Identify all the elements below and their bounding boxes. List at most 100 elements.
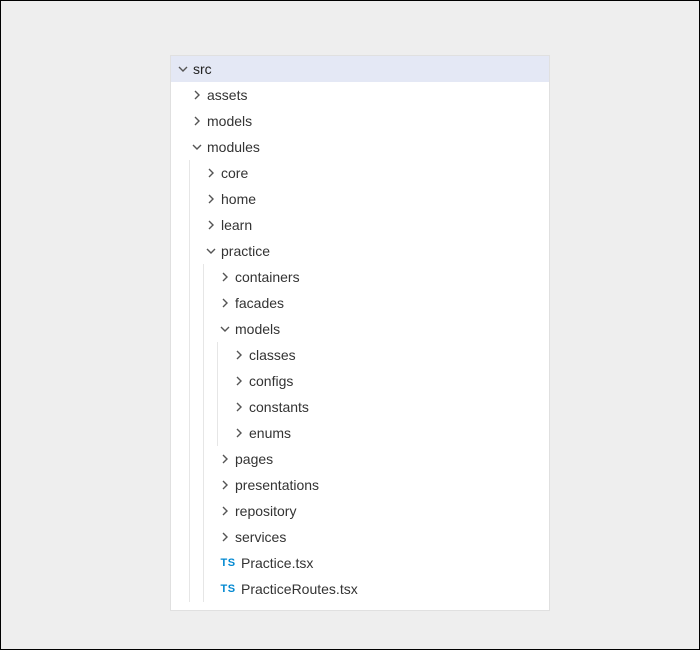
typescript-file-icon: TS — [217, 557, 239, 569]
indent-guide — [203, 420, 217, 446]
chevron-right-icon[interactable] — [217, 503, 233, 519]
indent-guide — [175, 186, 189, 212]
chevron-right-icon[interactable] — [231, 347, 247, 363]
indent-guide — [189, 472, 203, 498]
tree-item-label: presentations — [235, 477, 319, 493]
indent-guide — [175, 576, 189, 602]
indent-guide — [189, 186, 203, 212]
tree-item-label: facades — [235, 295, 284, 311]
tree-item-label: enums — [249, 425, 291, 441]
indent-guide — [175, 316, 189, 342]
file-tree: src assets models modules core home learn pract… — [171, 56, 549, 602]
indent-guide — [175, 342, 189, 368]
tree-item-practice[interactable]: practice — [171, 238, 549, 264]
tree-item-home[interactable]: home — [171, 186, 549, 212]
tree-item-label: PracticeRoutes.tsx — [241, 581, 358, 597]
indent-guide — [217, 420, 231, 446]
tree-item-practice-tsx[interactable]: TSPractice.tsx — [171, 550, 549, 576]
indent-guide — [175, 472, 189, 498]
tree-item-label: core — [221, 165, 248, 181]
indent-guide — [189, 290, 203, 316]
tree-item-classes[interactable]: classes — [171, 342, 549, 368]
tree-item-label: repository — [235, 503, 296, 519]
file-explorer: src assets models modules core home learn pract… — [170, 55, 550, 611]
tree-item-label: models — [235, 321, 280, 337]
chevron-right-icon[interactable] — [203, 191, 219, 207]
indent-guide — [175, 264, 189, 290]
indent-guide — [189, 420, 203, 446]
tree-item-label: assets — [207, 87, 247, 103]
chevron-right-icon[interactable] — [217, 477, 233, 493]
indent-guide — [217, 394, 231, 420]
tree-item-configs[interactable]: configs — [171, 368, 549, 394]
indent-guide — [175, 238, 189, 264]
chevron-right-icon[interactable] — [231, 425, 247, 441]
indent-guide — [175, 498, 189, 524]
indent-guide — [217, 368, 231, 394]
chevron-down-icon[interactable] — [203, 243, 219, 259]
indent-guide — [189, 342, 203, 368]
indent-guide — [189, 576, 203, 602]
tree-item-label: modules — [207, 139, 260, 155]
tree-item-label: services — [235, 529, 286, 545]
tree-item-models-practice[interactable]: models — [171, 316, 549, 342]
chevron-right-icon[interactable] — [189, 113, 205, 129]
tree-item-enums[interactable]: enums — [171, 420, 549, 446]
chevron-right-icon[interactable] — [217, 269, 233, 285]
chevron-right-icon[interactable] — [189, 87, 205, 103]
chevron-right-icon[interactable] — [231, 373, 247, 389]
tree-item-modules[interactable]: modules — [171, 134, 549, 160]
typescript-file-icon: TS — [217, 583, 239, 595]
tree-item-label: learn — [221, 217, 252, 233]
tree-item-presentations[interactable]: presentations — [171, 472, 549, 498]
chevron-right-icon[interactable] — [217, 295, 233, 311]
chevron-down-icon[interactable] — [217, 321, 233, 337]
chevron-right-icon[interactable] — [203, 165, 219, 181]
chevron-right-icon[interactable] — [231, 399, 247, 415]
indent-guide — [189, 498, 203, 524]
chevron-right-icon[interactable] — [203, 217, 219, 233]
tree-item-pages[interactable]: pages — [171, 446, 549, 472]
indent-guide — [175, 394, 189, 420]
tree-item-label: models — [207, 113, 252, 129]
indent-guide — [203, 472, 217, 498]
chevron-right-icon[interactable] — [217, 529, 233, 545]
tree-item-practice-routes[interactable]: TSPracticeRoutes.tsx — [171, 576, 549, 602]
indent-guide — [203, 342, 217, 368]
indent-guide — [175, 420, 189, 446]
chevron-down-icon[interactable] — [189, 139, 205, 155]
tree-item-label: constants — [249, 399, 309, 415]
indent-guide — [189, 550, 203, 576]
indent-guide — [175, 82, 189, 108]
indent-guide — [175, 212, 189, 238]
chevron-down-icon[interactable] — [175, 61, 191, 77]
tree-item-label: src — [193, 61, 212, 77]
tree-item-models-top[interactable]: models — [171, 108, 549, 134]
tree-item-containers[interactable]: containers — [171, 264, 549, 290]
tree-item-core[interactable]: core — [171, 160, 549, 186]
tree-item-learn[interactable]: learn — [171, 212, 549, 238]
indent-guide — [217, 342, 231, 368]
indent-guide — [189, 212, 203, 238]
indent-guide — [189, 524, 203, 550]
indent-guide — [203, 498, 217, 524]
tree-item-assets[interactable]: assets — [171, 82, 549, 108]
indent-guide — [175, 524, 189, 550]
tree-item-label: Practice.tsx — [241, 555, 313, 571]
tree-item-constants[interactable]: constants — [171, 394, 549, 420]
indent-guide — [189, 368, 203, 394]
tree-item-src[interactable]: src — [171, 56, 549, 82]
tree-item-facades[interactable]: facades — [171, 290, 549, 316]
indent-guide — [189, 394, 203, 420]
chevron-right-icon[interactable] — [217, 451, 233, 467]
tree-item-repository[interactable]: repository — [171, 498, 549, 524]
indent-guide — [175, 160, 189, 186]
indent-guide — [189, 316, 203, 342]
indent-guide — [189, 446, 203, 472]
indent-guide — [175, 108, 189, 134]
indent-guide — [203, 446, 217, 472]
tree-item-label: configs — [249, 373, 293, 389]
tree-item-services[interactable]: services — [171, 524, 549, 550]
tree-item-label: classes — [249, 347, 296, 363]
indent-guide — [175, 446, 189, 472]
